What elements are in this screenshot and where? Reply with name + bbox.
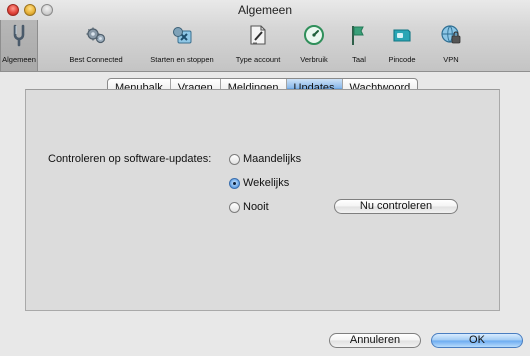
- radio-label: Wekelijks: [243, 177, 290, 189]
- window-title: Algemeen: [237, 3, 293, 17]
- radio-wekelijks[interactable]: Wekelijks: [229, 177, 289, 189]
- toolbar-item-starten-en-stoppen[interactable]: Starten en stoppen: [142, 20, 222, 71]
- cancel-button[interactable]: Annuleren: [329, 333, 421, 348]
- vpn-globe-icon: [441, 25, 461, 44]
- usage-meter-icon: [304, 25, 324, 45]
- radio-button[interactable]: [229, 201, 240, 213]
- toolbar-label: Starten en stoppen: [150, 55, 214, 64]
- ok-button[interactable]: OK: [431, 333, 523, 348]
- toolbar-item-verbruik[interactable]: Verbruik: [293, 20, 335, 71]
- start-stop-icon: [173, 27, 192, 44]
- flag-icon: [352, 26, 364, 45]
- gears-icon: [86, 27, 106, 44]
- radio-button[interactable]: [229, 153, 240, 165]
- account-document-icon: [250, 25, 266, 45]
- toolbar-label: Pincode: [388, 55, 416, 64]
- radio-label: Nooit: [243, 201, 269, 213]
- sim-card-icon: [393, 29, 411, 42]
- toolbar-label: Taal: [352, 55, 366, 64]
- toolbar-item-algemeen[interactable]: Algemeen: [0, 20, 38, 71]
- toolbar-item-vpn[interactable]: VPN: [436, 20, 466, 71]
- toolbar-label: Algemeen: [2, 55, 36, 64]
- preferences-toolbar: Algemeen Best Connected Starten en stopp…: [0, 20, 530, 71]
- radio-nooit[interactable]: Nooit: [229, 201, 269, 213]
- toolbar-item-pincode[interactable]: Pincode: [381, 20, 423, 71]
- window-chrome: Algemeen Algemeen Best Connected Starten…: [0, 0, 530, 72]
- toolbar-item-best-connected[interactable]: Best Connected: [65, 20, 127, 71]
- preferences-window: Algemeen Algemeen Best Connected Starten…: [0, 0, 530, 356]
- toolbar-item-taal[interactable]: Taal: [344, 20, 374, 71]
- toolbar-label: Type account: [235, 55, 281, 64]
- titlebar: Algemeen: [0, 0, 530, 20]
- check-now-button[interactable]: Nu controleren: [334, 199, 458, 214]
- toolbar-label: Best Connected: [69, 55, 123, 64]
- preferences-content: Menubalk Vragen Meldingen Updates Wachtw…: [0, 72, 530, 356]
- radio-label: Maandelijks: [243, 153, 302, 165]
- tuning-fork-icon: [13, 24, 25, 47]
- toolbar-item-type-account[interactable]: Type account: [231, 20, 285, 71]
- updates-label: Controleren op software-updates:: [48, 153, 212, 165]
- toolbar-label: VPN: [443, 55, 459, 64]
- radio-button-selected[interactable]: [229, 177, 240, 189]
- toolbar-label: Verbruik: [300, 55, 328, 64]
- radio-maandelijks[interactable]: Maandelijks: [229, 153, 301, 165]
